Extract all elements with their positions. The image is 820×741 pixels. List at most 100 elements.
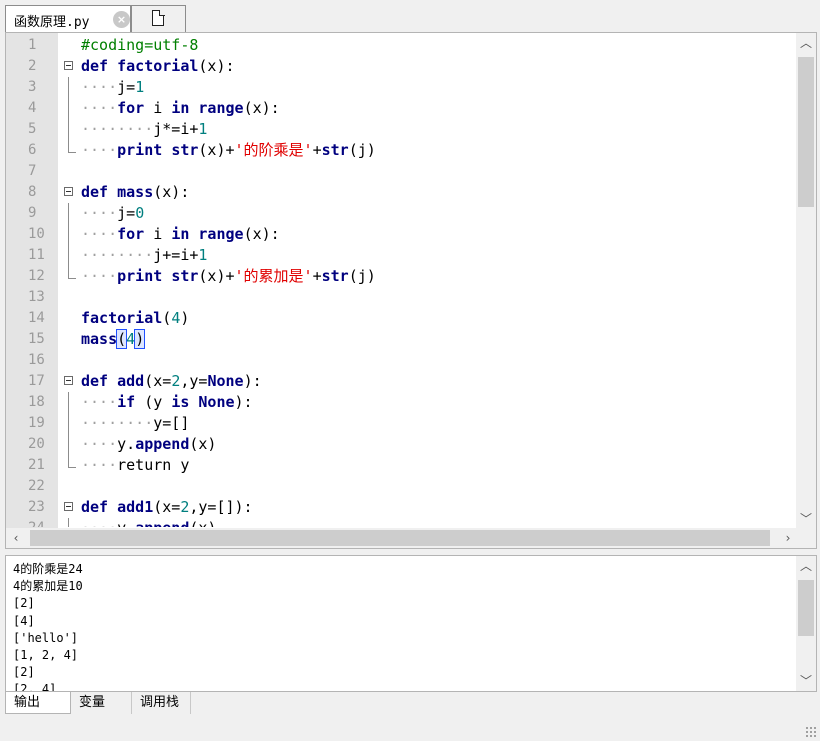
code-line[interactable]: 8 def mass(x): [6,182,798,203]
code-line[interactable]: 24 ····y.append(x) [6,518,798,527]
line-number: 24 [28,520,58,527]
code-line[interactable]: 17 def add(x=2,y=None): [6,371,798,392]
tab-active-file[interactable]: 函数原理.py × [5,5,131,32]
code-line[interactable]: 13 [6,287,798,308]
line-number: 11 [28,247,45,263]
line-number: 4 [28,100,37,116]
output-line: 4的累加是10 [13,579,83,594]
resize-grip-icon[interactable] [805,726,817,738]
new-tab-button[interactable] [131,5,186,32]
code-text: factorial(4) [81,309,190,327]
code-text: ····for i in range(x): [81,225,280,243]
code-text: ····for i in range(x): [81,99,280,117]
line-number: 22 [28,478,45,494]
code-text: ········j+=i+1 [81,246,208,264]
line-number: 16 [28,352,45,368]
chevron-left-icon[interactable]: ‹ [6,528,26,548]
code-line[interactable]: 12 ····print str(x)+'的累加是'+str(j) [6,266,798,287]
tab-output[interactable]: 输出 [5,692,71,714]
output-panel: 4的阶乘是24 4的累加是10 [2] [4] ['hello'] [1, 2, 4] [2… [5,555,817,692]
code-line[interactable]: 20 ····y.append(x) [6,434,798,455]
line-number: 12 [28,268,45,284]
output-text: 4的阶乘是24 4的累加是10 [2] [4] ['hello'] [1, 2, 4] [2… [13,561,793,691]
code-line[interactable]: 14 factorial(4) [6,308,798,329]
code-line[interactable]: 3 ····j=1 [6,77,798,98]
code-editor[interactable]: 1 #coding=utf-8 2 def factorial(x): 3 ····j=1… [5,32,817,549]
code-area[interactable]: 1 #coding=utf-8 2 def factorial(x): 3 ····j=1… [6,35,798,527]
line-number: 10 [28,226,45,242]
output-line: 4的阶乘是24 [13,562,83,576]
code-line[interactable]: 19 ········y=[] [6,413,798,434]
line-number: 14 [28,310,45,326]
line-number: 15 [28,331,45,347]
line-number: 23 [28,499,45,515]
chevron-up-icon[interactable]: ︿ [796,556,816,576]
code-line[interactable]: 11 ········j+=i+1 [6,245,798,266]
code-text: ········y=[] [81,414,190,432]
code-line[interactable]: 10 ····for i in range(x): [6,224,798,245]
new-document-icon [152,9,165,26]
chevron-down-icon[interactable]: ﹀ [796,671,816,691]
chevron-right-icon[interactable]: › [778,528,798,548]
code-text: ····j=0 [81,204,145,222]
code-line[interactable]: 21 ····return y [6,455,798,476]
code-line[interactable]: 18 ····if (y is None): [6,392,798,413]
code-text: mass(4) [81,329,146,349]
code-text: def factorial(x): [81,57,235,75]
fold-toggle-icon[interactable] [64,502,73,511]
line-number: 8 [28,184,37,200]
line-number: 9 [28,205,37,221]
fold-guide [68,119,69,140]
code-text: ····print str(x)+'的累加是'+str(j) [81,267,376,285]
line-number: 17 [28,373,45,389]
scrollbar-corner [796,528,816,548]
fold-guide [68,224,69,245]
code-line[interactable]: 5 ········j*=i+1 [6,119,798,140]
code-text: ····y.append(x) [81,519,216,527]
line-number: 6 [28,142,37,158]
line-number: 21 [28,457,45,473]
code-line[interactable]: 4 ····for i in range(x): [6,98,798,119]
tab-call-stack[interactable]: 调用栈 [131,692,191,714]
scrollbar-thumb[interactable] [798,580,814,636]
code-line[interactable]: 1 #coding=utf-8 [6,35,798,56]
tab-label: 函数原理.py [14,15,90,30]
code-line[interactable]: 22 [6,476,798,497]
chevron-up-icon[interactable]: ︿ [796,33,816,53]
close-icon[interactable]: × [113,11,130,28]
scrollbar-thumb[interactable] [30,530,770,546]
code-line[interactable]: 23 def add1(x=2,y=[]): [6,497,798,518]
code-line[interactable]: 16 [6,350,798,371]
line-number: 20 [28,436,45,452]
tab-bar: 函数原理.py × [0,0,820,32]
code-line[interactable]: 7 [6,161,798,182]
fold-guide [68,77,69,98]
code-line[interactable]: 6 ····print str(x)+'的阶乘是'+str(j) [6,140,798,161]
tab-variables[interactable]: 变量 [71,692,131,714]
output-line: [2, 4] [13,682,57,691]
code-text: ····y.append(x) [81,435,217,453]
code-line[interactable]: 2 def factorial(x): [6,56,798,77]
vertical-scrollbar[interactable]: ︿ ﹀ [796,33,816,529]
fold-toggle-icon[interactable] [64,376,73,385]
output-vertical-scrollbar[interactable]: ︿ ﹀ [796,556,816,691]
fold-guide [68,413,69,434]
fold-toggle-icon[interactable] [64,187,73,196]
horizontal-scrollbar[interactable]: ‹ › [6,528,798,548]
fold-toggle-icon[interactable] [64,61,73,70]
chevron-down-icon[interactable]: ﹀ [796,509,816,529]
code-text: #coding=utf-8 [81,36,199,54]
code-text: def mass(x): [81,183,190,201]
code-text: ········j*=i+1 [81,120,208,138]
status-bar [0,716,820,741]
code-text: ····if (y is None): [81,393,253,411]
code-line[interactable]: 9 ····j=0 [6,203,798,224]
line-number: 18 [28,394,45,410]
fold-guide [68,434,69,455]
fold-guide-end [68,140,76,153]
bottom-tab-bar: 输出 变量 调用栈 [5,692,817,715]
output-line: [2] [13,596,35,611]
line-number: 5 [28,121,37,137]
scrollbar-thumb[interactable] [798,57,814,207]
code-line[interactable]: 15 mass(4) [6,329,798,350]
